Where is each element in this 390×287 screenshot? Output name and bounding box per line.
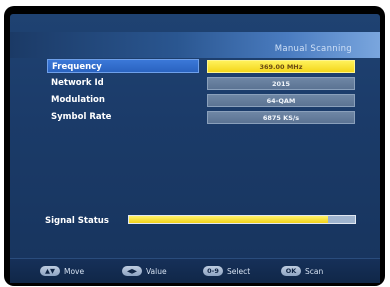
tv-screen: Manual Scanning Frequency 369.00 MHz Net… xyxy=(4,6,385,286)
signal-status-label: Signal Status xyxy=(45,216,109,226)
network-id-label[interactable]: Network Id xyxy=(47,76,199,90)
updown-key-icon: ▲▼ xyxy=(40,266,60,276)
frequency-value[interactable]: 369.00 MHz xyxy=(207,60,355,73)
symbol-rate-label[interactable]: Symbol Rate xyxy=(47,110,199,124)
manual-scanning-panel: Manual Scanning Frequency 369.00 MHz Net… xyxy=(10,14,380,283)
modulation-label[interactable]: Modulation xyxy=(47,93,199,107)
ok-key-icon: OK xyxy=(281,266,301,276)
leftright-key-icon: ◀▶ xyxy=(122,266,142,276)
signal-status-bar xyxy=(128,215,356,224)
network-id-value[interactable]: 2015 xyxy=(207,77,355,90)
symbol-rate-value[interactable]: 6875 KS/s xyxy=(207,111,355,124)
hint-select-label: Select xyxy=(227,266,251,276)
hint-value: ◀▶ Value xyxy=(122,265,167,277)
footer-hints: ▲▼ Move ◀▶ Value 0-9 Select OK Scan xyxy=(10,258,380,283)
modulation-value[interactable]: 64-QAM xyxy=(207,94,355,107)
frequency-label[interactable]: Frequency xyxy=(47,59,199,73)
page-title: Manual Scanning xyxy=(274,44,352,54)
hint-move-label: Move xyxy=(64,266,85,276)
hint-select: 0-9 Select xyxy=(203,265,250,277)
numeric-key-icon: 0-9 xyxy=(203,266,223,276)
hint-move: ▲▼ Move xyxy=(40,265,84,277)
signal-status-fill xyxy=(129,216,328,223)
hint-value-label: Value xyxy=(146,266,167,276)
hint-scan-label: Scan xyxy=(305,266,324,276)
hint-scan: OK Scan xyxy=(281,265,323,277)
